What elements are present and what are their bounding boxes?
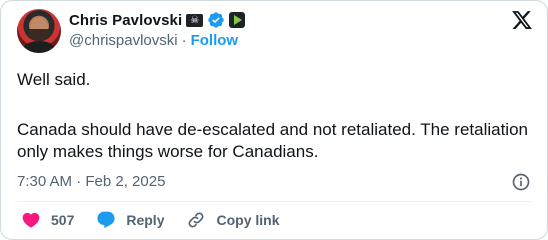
avatar-beard: [29, 29, 49, 41]
separator-dot: ·: [181, 32, 187, 49]
copy-link-label: Copy link: [216, 212, 280, 228]
tweet-timestamp[interactable]: 7:30 AM · Feb 2, 2025: [17, 173, 165, 190]
info-icon[interactable]: [511, 172, 531, 192]
copy-link-button[interactable]: Copy link: [186, 210, 280, 230]
avatar-shirt: [23, 41, 55, 53]
handle-row: @chrispavlovski · Follow: [69, 32, 245, 49]
like-button[interactable]: 507: [21, 210, 74, 230]
author-name[interactable]: Chris Pavlovski: [69, 12, 182, 29]
tweet-text-line-1: Well said.: [17, 70, 91, 89]
reply-label: Reply: [126, 212, 165, 228]
action-bar: 507 Reply Copy link: [21, 210, 302, 230]
tweet-card: Chris Pavlovski ☠ @chrispavlovski · Foll…: [0, 0, 548, 240]
reply-button[interactable]: Reply: [96, 210, 164, 230]
flag-badge-icon: ☠: [186, 13, 204, 27]
x-logo-icon[interactable]: [511, 9, 533, 31]
author-info: Chris Pavlovski ☠ @chrispavlovski · Foll…: [69, 10, 246, 49]
name-row: Chris Pavlovski ☠: [69, 10, 246, 30]
heart-icon: [22, 212, 40, 228]
verified-icon[interactable]: [207, 11, 225, 29]
reply-bubble-icon: [97, 211, 115, 229]
link-icon: [189, 212, 204, 228]
rumble-icon: [229, 12, 246, 28]
follow-button[interactable]: Follow: [191, 32, 239, 49]
tweet-text-body: Canada should have de-escalated and not …: [17, 120, 528, 161]
author-handle[interactable]: @chrispavlovski: [69, 32, 178, 49]
divider: [17, 201, 531, 202]
tweet-header: Chris Pavlovski ☠ @chrispavlovski · Foll…: [17, 9, 246, 53]
avatar[interactable]: [17, 9, 61, 53]
likes-count: 507: [51, 212, 75, 228]
timestamp-text[interactable]: 7:30 AM · Feb 2, 2025: [17, 173, 165, 190]
